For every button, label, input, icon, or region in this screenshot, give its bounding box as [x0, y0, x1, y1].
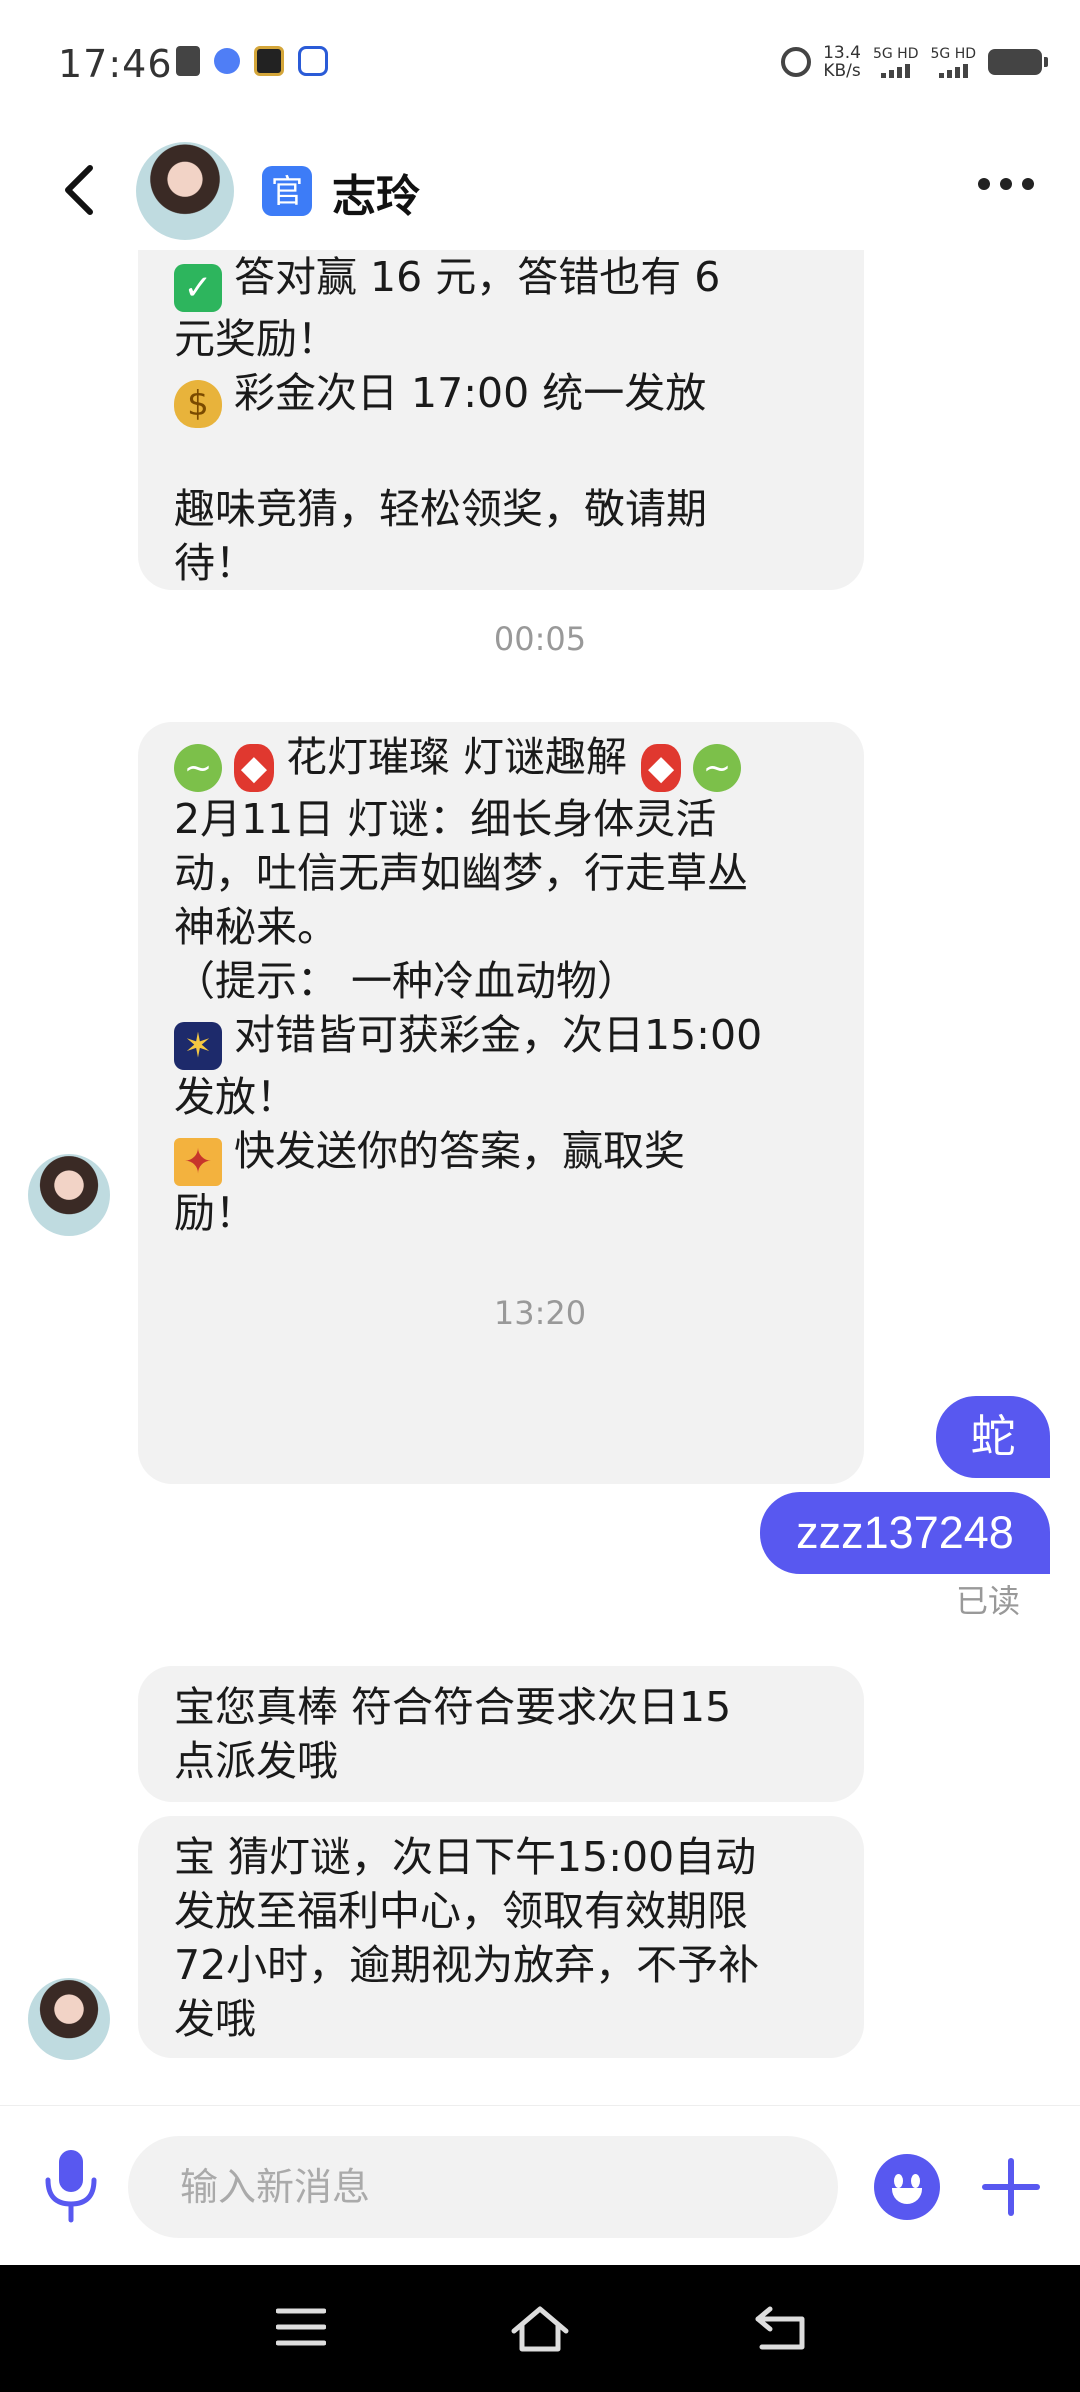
emoji-button[interactable]: [874, 2154, 940, 2220]
message-bubble-incoming[interactable]: 宝 猜灯谜，次日下午15:00自动 发放至福利中心，领取有效期限 72小时，逾期…: [138, 1816, 864, 2058]
message-bubble-outgoing[interactable]: zzz137248: [760, 1492, 1050, 1574]
sim1-label: 5G HD: [872, 46, 919, 62]
message-list[interactable]: ✓ 答对赢 16 元，答错也有 6 元奖励！ $ 彩金次日 17:00 统一发放 趣…: [0, 250, 1080, 2105]
read-status: 已读: [955, 1582, 1020, 1620]
party-popper-icon: ✦: [174, 1138, 222, 1186]
contact-name[interactable]: 志玲: [332, 160, 420, 224]
message-timestamp: 00:05: [493, 620, 587, 658]
message-line: $ 彩金次日 17:00 统一发放: [174, 366, 828, 428]
network-speed-value: 13.4: [823, 43, 861, 63]
message-line: 励！: [174, 1189, 256, 1237]
clipboard-icon: [176, 46, 200, 76]
message-line: 趣味竞猜，轻松领奖，敬请期: [174, 485, 707, 533]
back-button[interactable]: [50, 160, 110, 220]
message-line: ✶ 对错皆可获彩金，次日15:00: [174, 1008, 828, 1070]
lantern-icon: ◆: [641, 744, 682, 792]
home-icon[interactable]: [510, 2305, 570, 2353]
official-badge: 官: [262, 166, 312, 216]
message-line: 发放！: [174, 1073, 297, 1121]
chat-header: 官 志玲: [0, 130, 1080, 250]
sim2-label: 5G HD: [930, 46, 976, 62]
message-bubble-incoming[interactable]: ✓ 答对赢 16 元，答错也有 6 元奖励！ $ 彩金次日 17:00 统一发放 趣…: [138, 250, 864, 590]
message-line: 宝您真棒 符合符合要求次日15: [174, 1683, 732, 1731]
back-arrow-icon: [65, 165, 93, 215]
message-line: ✓ 答对赢 16 元，答错也有 6: [174, 250, 828, 312]
battery-icon: [988, 49, 1048, 75]
message-line: 动，吐信无声如幽梦，行走草丛: [174, 849, 748, 897]
chat-screen: 17:46 13.4 KB/s 5G HD 5G HD 官 志玲 ✓ 答对赢 1…: [0, 0, 1080, 2392]
baidu-icon: [298, 46, 328, 76]
money-bag-icon: $: [174, 380, 222, 428]
microphone-icon: [45, 2150, 97, 2223]
signal-bars-icon: [881, 62, 911, 78]
signal-sim1: 5G HD: [872, 46, 919, 78]
message-line: 发放至福利中心，领取有效期限: [174, 1887, 748, 1935]
fireworks-icon: ✶: [174, 1022, 222, 1070]
check-mark-icon: ✓: [174, 264, 222, 312]
message-line: 宝 猜灯谜，次日下午15:00自动: [174, 1833, 757, 1881]
microphone-button[interactable]: [40, 2146, 102, 2226]
message-line: （提示： 一种冷血动物）: [174, 957, 639, 1005]
more-dots-icon[interactable]: [978, 178, 1034, 190]
back-nav-icon[interactable]: [754, 2305, 806, 2351]
signal-bars-icon: [938, 62, 968, 78]
message-bubble-outgoing[interactable]: 蛇: [936, 1396, 1050, 1478]
message-line: 神秘来。: [174, 903, 338, 951]
message-line: 点派发哦: [174, 1737, 338, 1785]
message-line: 发哦: [174, 1995, 256, 2043]
status-indicators: 13.4 KB/s 5G HD 5G HD: [781, 44, 1048, 80]
app-notification-icon: [214, 48, 240, 74]
message-line: 元奖励！: [174, 315, 338, 363]
status-bar: 17:46 13.4 KB/s 5G HD 5G HD: [0, 0, 1080, 130]
plus-icon[interactable]: [978, 2154, 1044, 2220]
message-line: ✦ 快发送你的答案，赢取奖: [174, 1124, 828, 1186]
message-line: 待！: [174, 539, 256, 587]
message-line: ~ ◆ 花灯璀璨 灯谜趣解 ◆ ~: [174, 730, 828, 792]
signal-sim2: 5G HD: [930, 46, 976, 78]
sender-avatar[interactable]: [28, 1978, 110, 2060]
sender-avatar[interactable]: [28, 1154, 110, 1236]
alarm-icon: [781, 47, 812, 77]
message-bubble-incoming[interactable]: ~ ◆ 花灯璀璨 灯谜趣解 ◆ ~ 2月11日 灯谜：细长身体灵活 动，吐信无声如幽梦，…: [138, 722, 864, 1484]
snake-icon: ~: [174, 744, 222, 792]
message-bubble-incoming[interactable]: 宝您真棒 符合符合要求次日15 点派发哦: [138, 1666, 864, 1802]
network-speed: 13.4 KB/s: [823, 44, 861, 80]
notification-icons: [176, 46, 328, 76]
input-bar: [0, 2105, 1080, 2265]
lantern-icon: ◆: [234, 744, 274, 792]
system-nav-bar: [0, 2265, 1080, 2392]
message-line: 2月11日 灯谜：细长身体灵活: [174, 795, 717, 843]
menu-icon[interactable]: [276, 2305, 326, 2349]
message-line: 72小时，逾期视为放弃，不予补: [174, 1941, 760, 1989]
snake-icon: ~: [693, 744, 742, 792]
message-timestamp: 13:20: [493, 1294, 587, 1332]
contact-avatar[interactable]: [136, 142, 234, 240]
game-app-icon: [254, 46, 284, 76]
network-speed-unit: KB/s: [823, 61, 861, 81]
status-time: 17:46: [58, 42, 173, 86]
message-input[interactable]: [128, 2136, 838, 2238]
